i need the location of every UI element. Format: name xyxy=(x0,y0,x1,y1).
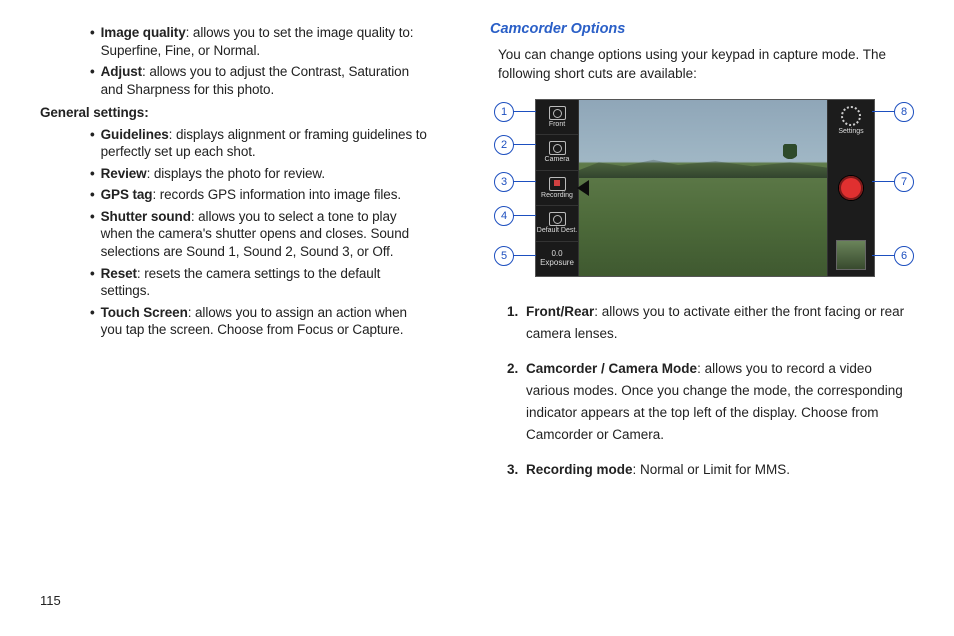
camera-switch-icon xyxy=(549,106,566,120)
general-settings-items: • Guidelines: displays alignment or fram… xyxy=(40,126,430,339)
lead-line xyxy=(872,111,896,112)
item-desc: : displays the photo for review. xyxy=(147,166,325,181)
item-text: Shutter sound: allows you to select a to… xyxy=(101,208,430,261)
bullet-icon: • xyxy=(90,265,95,300)
item-desc: : Normal or Limit for MMS. xyxy=(633,462,791,477)
item-label: Adjust xyxy=(101,64,142,79)
left-column: • Image quality: allows you to set the i… xyxy=(40,20,430,493)
bullet-item: • Shutter sound: allows you to select a … xyxy=(90,208,430,261)
bullet-item: • Reset: resets the camera settings to t… xyxy=(90,265,430,300)
item-label: Review xyxy=(101,166,147,181)
lead-line xyxy=(512,144,536,145)
item-text: Guidelines: displays alignment or framin… xyxy=(101,126,430,161)
heading-text: General settings xyxy=(40,105,144,120)
item-text: Reset: resets the camera settings to the… xyxy=(101,265,430,300)
colon: : xyxy=(144,105,148,120)
lead-line xyxy=(512,215,536,216)
bullet-item: • Image quality: allows you to set the i… xyxy=(90,24,430,59)
cell-label: Default Dest. xyxy=(537,227,577,234)
lead-line xyxy=(512,181,536,182)
item-label: Touch Screen xyxy=(101,305,188,320)
item-label: Camcorder / Camera Mode xyxy=(526,361,697,376)
expand-arrow-icon[interactable] xyxy=(577,180,589,196)
bullet-icon: • xyxy=(90,208,95,261)
callout-4: 4 xyxy=(494,206,514,226)
bullet-item: • Review: displays the photo for review. xyxy=(90,165,430,183)
bullet-icon: • xyxy=(90,186,95,204)
general-settings-heading: General settings: xyxy=(40,104,430,122)
settings-label: Settings xyxy=(838,128,863,135)
camera-mode[interactable]: Camera xyxy=(536,135,578,170)
gear-icon xyxy=(841,106,861,126)
cell-label: Front xyxy=(549,121,565,128)
camcorder-right-toolbar: Settings xyxy=(827,100,874,276)
bullet-item: • Touch Screen: allows you to assign an … xyxy=(90,304,430,339)
bullet-icon: • xyxy=(90,24,95,59)
callout-6: 6 xyxy=(894,246,914,266)
record-icon xyxy=(549,177,566,191)
list-item: Recording mode: Normal or Limit for MMS. xyxy=(522,459,914,481)
bullet-item: • Guidelines: displays alignment or fram… xyxy=(90,126,430,161)
bullet-icon: • xyxy=(90,165,95,183)
item-text: Review: displays the photo for review. xyxy=(101,165,325,183)
bullet-item: • GPS tag: records GPS information into … xyxy=(90,186,430,204)
lead-line xyxy=(512,111,536,112)
item-label: Image quality xyxy=(101,25,186,40)
item-text: GPS tag: records GPS information into im… xyxy=(101,186,401,204)
bullet-icon: • xyxy=(90,63,95,98)
item-text: Adjust: allows you to adjust the Contras… xyxy=(101,63,430,98)
list-item: Camcorder / Camera Mode: allows you to r… xyxy=(522,358,914,447)
callout-5: 5 xyxy=(494,246,514,266)
item-text: Touch Screen: allows you to assign an ac… xyxy=(101,304,430,339)
item-label: Reset xyxy=(101,266,137,281)
right-column: Camcorder Options You can change options… xyxy=(490,20,914,493)
camcorder-viewport[interactable] xyxy=(579,100,827,276)
record-button[interactable] xyxy=(839,176,863,200)
item-label: Guidelines xyxy=(101,127,169,142)
front-rear-toggle[interactable]: Front xyxy=(536,100,578,135)
exposure-control[interactable]: 0.0 Exposure xyxy=(536,242,578,276)
lead-line xyxy=(512,255,536,256)
manual-page: • Image quality: allows you to set the i… xyxy=(0,0,954,636)
camcorder-ui: Front Camera Record​ing Default Des xyxy=(536,100,874,276)
camcorder-options-heading: Camcorder Options xyxy=(490,20,914,39)
item-desc: : allows you to adjust the Contrast, Sat… xyxy=(101,64,409,97)
gallery-thumbnail[interactable] xyxy=(836,240,866,270)
camera-icon xyxy=(549,141,566,155)
default-destination[interactable]: Default Dest. xyxy=(536,206,578,241)
camcorder-left-toolbar: Front Camera Record​ing Default Des xyxy=(536,100,579,276)
callout-7: 7 xyxy=(894,172,914,192)
bullet-icon: • xyxy=(90,126,95,161)
lead-line xyxy=(872,181,896,182)
callout-8: 8 xyxy=(894,102,914,122)
recording-mode[interactable]: Record​ing xyxy=(536,171,578,206)
item-label: Front/Rear xyxy=(526,304,594,319)
list-item: Front/Rear: allows you to activate eithe… xyxy=(522,301,914,346)
item-desc: : resets the camera settings to the defa… xyxy=(101,266,381,299)
callout-1: 1 xyxy=(494,102,514,122)
storage-icon xyxy=(549,212,566,226)
cell-label: 0.0 Exposure xyxy=(536,250,578,267)
two-column-layout: • Image quality: allows you to set the i… xyxy=(40,20,914,493)
cell-label: Record​ing xyxy=(541,192,573,199)
item-label: Recording mode xyxy=(526,462,633,477)
camcorder-options-list: Front/Rear: allows you to activate eithe… xyxy=(498,301,914,481)
callout-3: 3 xyxy=(494,172,514,192)
cell-label: Camera xyxy=(545,156,570,163)
item-label: Shutter sound xyxy=(101,209,191,224)
item-label: GPS tag xyxy=(101,187,153,202)
item-text: Image quality: allows you to set the ima… xyxy=(101,24,430,59)
camcorder-intro: You can change options using your keypad… xyxy=(498,45,914,84)
item-desc: : records GPS information into image fil… xyxy=(152,187,401,202)
bullet-icon: • xyxy=(90,304,95,339)
settings-button[interactable]: Settings xyxy=(838,106,863,136)
settings-items: • Image quality: allows you to set the i… xyxy=(40,24,430,98)
callout-2: 2 xyxy=(494,135,514,155)
camcorder-diagram: 1 2 3 4 5 8 7 6 xyxy=(494,98,914,283)
page-number: 115 xyxy=(40,593,61,608)
lead-line xyxy=(872,255,896,256)
bullet-item: • Adjust: allows you to adjust the Contr… xyxy=(90,63,430,98)
